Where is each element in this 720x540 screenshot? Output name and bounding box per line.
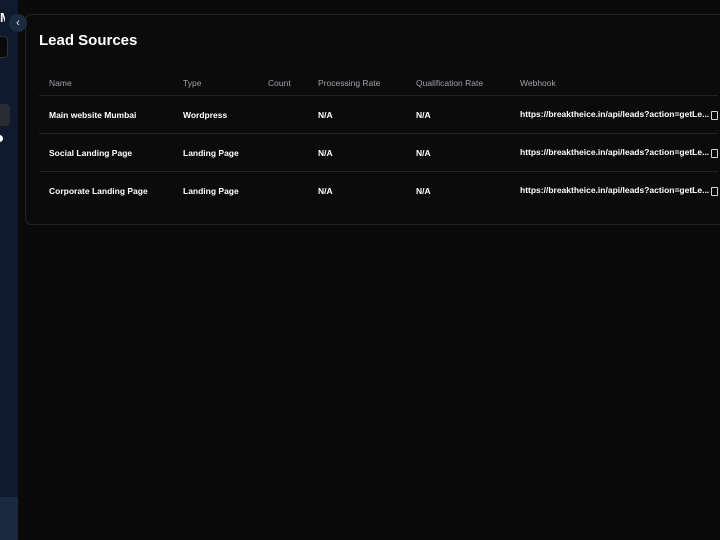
cell-type: Landing Page	[173, 133, 258, 172]
webhook-url: https://breaktheice.in/api/leads?action=…	[520, 109, 710, 120]
table-row[interactable]: Social Landing Page Landing Page N/A N/A…	[39, 133, 719, 172]
cell-webhook: https://breaktheice.in/api/leads?action=…	[510, 172, 719, 210]
sidebar-item-active[interactable]	[0, 104, 10, 126]
column-header-qualification-rate[interactable]: Qualification Rate	[406, 71, 510, 96]
cell-count	[258, 172, 308, 210]
column-header-webhook[interactable]: Webhook	[510, 71, 719, 96]
table-row[interactable]: Main website Mumbai Wordpress N/A N/A ht…	[39, 95, 719, 134]
collapse-sidebar-button[interactable]: ‹	[9, 14, 27, 32]
cell-count	[258, 133, 308, 172]
cell-processing-rate: N/A	[318, 185, 333, 196]
cell-type: Wordpress	[173, 95, 258, 134]
cell-type: Landing Page	[183, 185, 239, 196]
column-header-count[interactable]: Count	[258, 71, 308, 96]
cell-name: Social Landing Page	[39, 133, 173, 172]
cell-webhook: https://breaktheice.in/api/leads?action=…	[510, 95, 719, 134]
cell-qualification-rate: N/A	[406, 95, 510, 134]
webhook-url: https://breaktheice.in/api/leads?action=…	[520, 185, 710, 196]
cell-name: Corporate Landing Page	[49, 185, 148, 196]
cell-webhook: https://breaktheice.in/api/leads?action=…	[510, 133, 719, 172]
chevron-left-icon: ‹	[16, 17, 20, 29]
lead-sources-table: Name Type Count Processing Rate Qualific…	[39, 71, 719, 210]
cell-name: Main website Mumbai	[39, 95, 173, 134]
sidebar: M	[0, 0, 18, 540]
lead-sources-card: Lead Sources Name Type Count Processing …	[25, 14, 720, 225]
sidebar-search-input[interactable]	[0, 36, 8, 58]
table-header-row: Name Type Count Processing Rate Qualific…	[39, 71, 719, 96]
cell-qualification-rate: N/A	[406, 133, 510, 172]
cell-qualification-rate: N/A	[416, 185, 431, 196]
column-header-name[interactable]: Name	[39, 71, 173, 96]
copy-icon[interactable]	[711, 186, 719, 196]
cell-processing-rate: N/A	[308, 133, 406, 172]
webhook-url: https://breaktheice.in/api/leads?action=…	[520, 147, 710, 158]
sidebar-user-section[interactable]	[0, 497, 18, 540]
app-logo: M	[0, 10, 5, 25]
page-title: Lead Sources	[39, 32, 138, 49]
column-header-processing-rate[interactable]: Processing Rate	[308, 71, 406, 96]
sidebar-item-icon[interactable]	[0, 135, 3, 142]
column-header-type[interactable]: Type	[173, 71, 258, 96]
table-row[interactable]: Corporate Landing Page Landing Page N/A …	[39, 172, 719, 210]
copy-icon[interactable]	[711, 110, 719, 120]
cell-processing-rate: N/A	[308, 95, 406, 134]
cell-count	[258, 95, 308, 134]
copy-icon[interactable]	[711, 148, 719, 158]
